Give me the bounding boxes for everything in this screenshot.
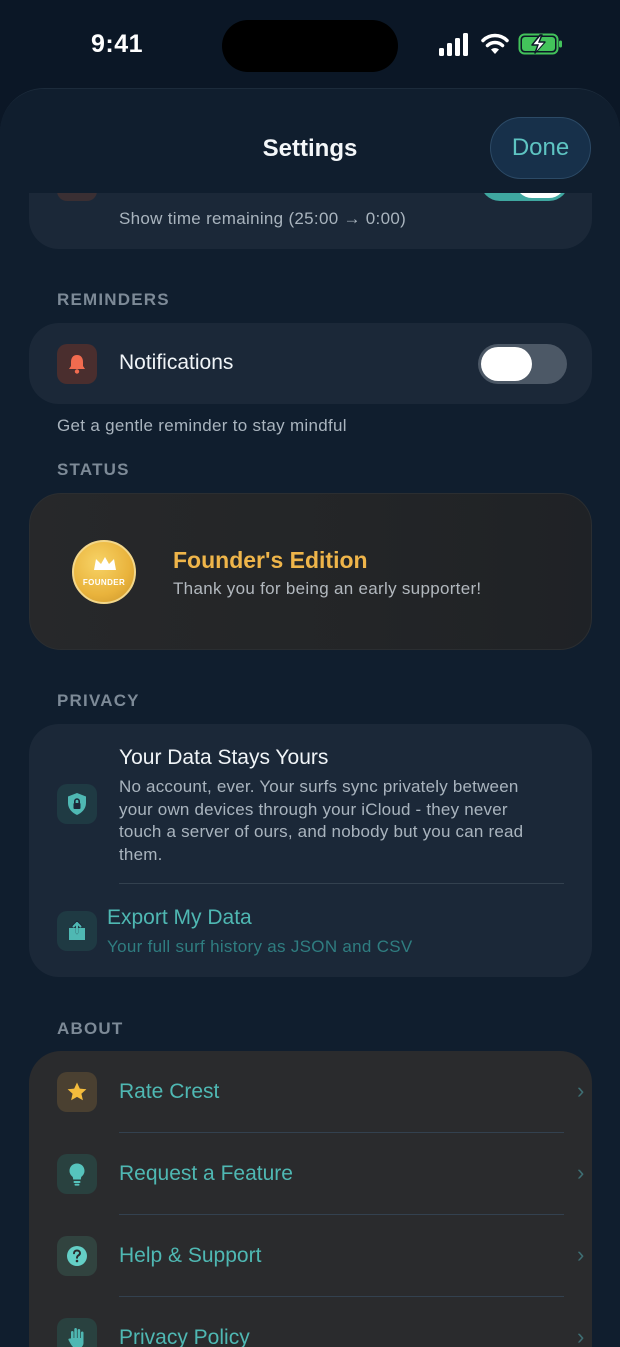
founder-subtitle: Thank you for being an early supporter! [173, 579, 482, 598]
export-data-subtitle: Your full surf history as JSON and CSV [107, 937, 413, 956]
about-item-request-feature[interactable]: Request a Feature › [29, 1133, 592, 1215]
done-button[interactable]: Done [490, 117, 591, 179]
about-item-rate[interactable]: Rate Crest › [29, 1051, 592, 1133]
notifications-label: Notifications [119, 351, 234, 374]
section-label-status: STATUS [57, 460, 130, 479]
chevron-right-icon: › [577, 1160, 585, 1185]
founder-card: FOUNDER Founder's Edition Thank you for … [29, 493, 592, 650]
section-label-about: ABOUT [57, 1019, 124, 1038]
privacy-data-title: Your Data Stays Yours [119, 746, 329, 769]
status-time: 9:41 [91, 30, 144, 58]
dynamic-island [222, 20, 398, 72]
question-icon [57, 1236, 97, 1276]
notifications-row: Notifications [29, 323, 592, 404]
chevron-right-icon: › [577, 1324, 585, 1347]
lock-shield-icon [57, 784, 97, 824]
founder-badge: FOUNDER [72, 540, 136, 604]
privacy-card: Your Data Stays Yours No account, ever. … [29, 724, 592, 977]
export-data-title: Export My Data [107, 906, 252, 929]
about-item-label: Request a Feature [119, 1162, 293, 1185]
about-item-label: Privacy Policy [119, 1326, 250, 1347]
lightbulb-icon [57, 1154, 97, 1194]
about-item-label: Rate Crest [119, 1080, 220, 1103]
chevron-right-icon: › [577, 1078, 585, 1103]
sheet-header: Settings Done [0, 89, 620, 193]
privacy-data-description: No account, ever. Your surfs sync privat… [119, 777, 524, 864]
notifications-footer: Get a gentle reminder to stay mindful [57, 416, 347, 435]
wifi-icon [481, 33, 509, 54]
founder-badge-text: FOUNDER [82, 578, 126, 587]
status-bar: 9:41 [0, 0, 620, 92]
founder-title: Founder's Edition [173, 547, 368, 573]
chevron-right-icon: › [577, 1242, 585, 1267]
battery-charging-icon [518, 33, 562, 55]
section-label-privacy: PRIVACY [57, 691, 140, 710]
share-upload-icon [57, 911, 97, 951]
settings-sheet: Show time remaining (25:00 → 0:00) Setti… [0, 88, 620, 1347]
star-icon [57, 1072, 97, 1112]
timer-subtitle: Show time remaining (25:00 → 0:00) [119, 209, 407, 228]
cellular-signal-icon [439, 33, 468, 56]
section-label-reminders: REMINDERS [57, 290, 170, 309]
hand-icon [57, 1318, 97, 1347]
about-card: Rate Crest › Request a Feature › Help & … [29, 1051, 592, 1347]
bell-icon [57, 344, 97, 384]
about-item-help-support[interactable]: Help & Support › [29, 1215, 592, 1297]
export-data-row[interactable]: Export My Data Your full surf history as… [29, 884, 592, 977]
notifications-toggle[interactable] [478, 344, 567, 384]
about-item-privacy-policy[interactable]: Privacy Policy › [29, 1297, 592, 1347]
about-item-label: Help & Support [119, 1244, 262, 1267]
crown-icon [94, 557, 116, 570]
